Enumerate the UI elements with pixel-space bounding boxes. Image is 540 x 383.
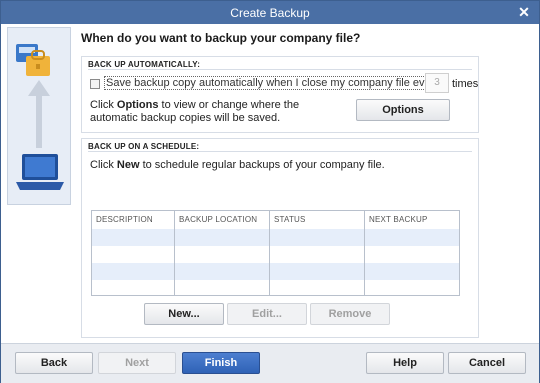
table-row[interactable] — [92, 263, 459, 280]
schedule-description: Click New to schedule regular backups of… — [90, 159, 385, 171]
cancel-button[interactable]: Cancel — [448, 352, 526, 374]
window-title: Create Backup — [230, 6, 310, 20]
laptop-icon — [16, 154, 64, 190]
times-label: times — [452, 78, 479, 90]
table-row[interactable] — [92, 229, 459, 246]
next-button[interactable]: Next — [98, 352, 176, 374]
page-title: When do you want to backup your company … — [81, 31, 361, 45]
section-title: BACK UP ON A SCHEDULE: — [88, 142, 200, 151]
back-button[interactable]: Back — [15, 352, 93, 374]
wizard-footer: Back Next Finish Help Cancel — [1, 343, 539, 383]
backup-drive-icon — [16, 44, 50, 76]
schedule-table[interactable]: DESCRIPTION BACKUP LOCATION STATUS NEXT … — [91, 210, 460, 296]
column-header[interactable]: DESCRIPTION — [96, 215, 153, 224]
divider — [88, 151, 472, 152]
divider — [88, 69, 472, 70]
backup-times-spinner[interactable]: 3 — [425, 73, 449, 93]
titlebar: Create Backup ✕ — [1, 1, 539, 24]
edit-schedule-button[interactable]: Edit... — [227, 303, 307, 325]
section-title: BACK UP AUTOMATICALLY: — [88, 60, 201, 69]
backup-automatically-section: BACK UP AUTOMATICALLY: Save backup copy … — [81, 56, 479, 133]
table-header: DESCRIPTION BACKUP LOCATION STATUS NEXT … — [92, 211, 459, 229]
column-header[interactable]: STATUS — [274, 215, 306, 224]
auto-backup-checkbox-label[interactable]: Save backup copy automatically when I cl… — [104, 76, 442, 90]
up-arrow-shaft — [36, 94, 42, 148]
backup-schedule-section: BACK UP ON A SCHEDULE: Click New to sche… — [81, 138, 479, 338]
help-button[interactable]: Help — [366, 352, 444, 374]
finish-button[interactable]: Finish — [182, 352, 260, 374]
wizard-illustration — [7, 27, 71, 205]
create-backup-window: Create Backup ✕ When do you want to back… — [0, 0, 540, 383]
column-header[interactable]: BACKUP LOCATION — [179, 215, 257, 224]
new-schedule-button[interactable]: New... — [144, 303, 224, 325]
table-row[interactable] — [92, 246, 459, 263]
table-row[interactable] — [92, 280, 459, 295]
auto-backup-checkbox[interactable] — [90, 79, 100, 89]
close-icon[interactable]: ✕ — [515, 3, 533, 21]
options-button[interactable]: Options — [356, 99, 450, 121]
options-description: Click Options to view or change where th… — [90, 99, 300, 124]
remove-schedule-button[interactable]: Remove — [310, 303, 390, 325]
column-header[interactable]: NEXT BACKUP — [369, 215, 428, 224]
